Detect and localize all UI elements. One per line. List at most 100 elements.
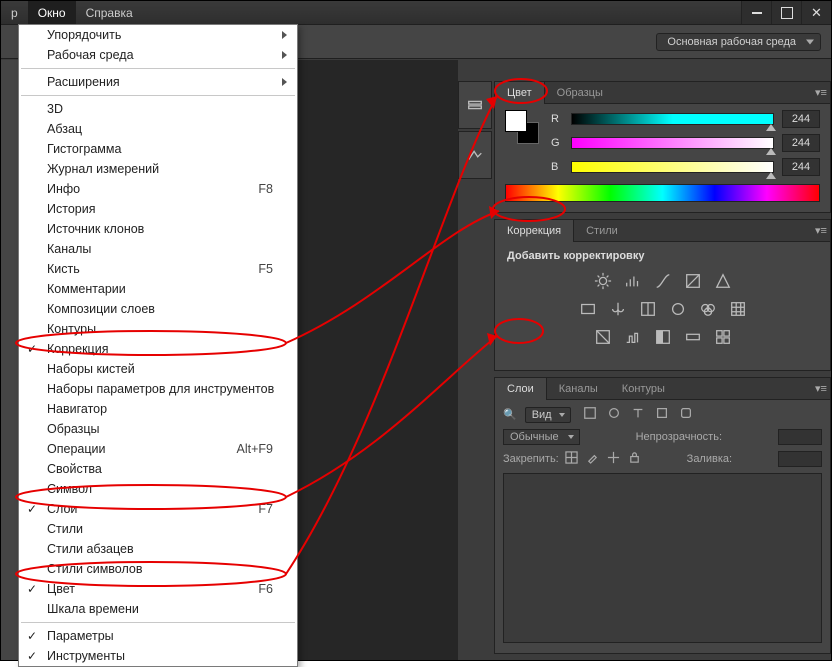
color-panel: Цвет Образцы ▾≡ R 244 [494, 81, 831, 213]
mi-history[interactable]: История [19, 199, 297, 219]
fill-label: Заливка: [687, 453, 732, 465]
bw-icon[interactable] [639, 300, 657, 318]
lock-transparency-icon[interactable] [565, 451, 578, 467]
mi-paths[interactable]: Контуры [19, 319, 297, 339]
mi-workspace[interactable]: Рабочая среда [19, 45, 297, 65]
collapsed-panel-icon[interactable] [458, 81, 492, 129]
mi-adjustments[interactable]: Коррекция [19, 339, 297, 359]
mi-para-styles[interactable]: Стили абзацев [19, 539, 297, 559]
mi-tools[interactable]: Инструменты [19, 646, 297, 666]
toolbox[interactable] [1, 60, 19, 660]
opacity-input[interactable] [778, 429, 822, 445]
filter-adjust-icon[interactable] [607, 406, 621, 423]
mi-arrange[interactable]: Упорядочить [19, 25, 297, 45]
mi-actions[interactable]: ОперацииAlt+F9 [19, 439, 297, 459]
brightness-icon[interactable] [594, 272, 612, 290]
add-adjustment-label: Добавить корректировку [507, 250, 818, 262]
levels-icon[interactable] [624, 272, 642, 290]
menu-prefix[interactable]: р [1, 1, 28, 25]
mi-channels[interactable]: Каналы [19, 239, 297, 259]
main-menu: р Окно Справка [1, 1, 143, 24]
mi-swatches[interactable]: Образцы [19, 419, 297, 439]
mi-character[interactable]: Символ [19, 479, 297, 499]
mi-char-styles[interactable]: Стили символов [19, 559, 297, 579]
titlebar: р Окно Справка ✕ [1, 1, 831, 25]
exposure-icon[interactable] [684, 272, 702, 290]
tab-swatches[interactable]: Образцы [545, 82, 615, 104]
mi-info[interactable]: ИнфоF8 [19, 179, 297, 199]
value-r[interactable]: 244 [782, 110, 820, 128]
lock-position-icon[interactable] [607, 451, 620, 467]
spectrum-bar[interactable] [505, 184, 820, 202]
mi-options[interactable]: Параметры [19, 626, 297, 646]
value-g[interactable]: 244 [782, 134, 820, 152]
balance-icon[interactable] [609, 300, 627, 318]
window-maximize-button[interactable] [771, 1, 801, 24]
tab-adjustments[interactable]: Коррекция [495, 219, 574, 242]
lock-all-icon[interactable] [628, 451, 641, 467]
hue-icon[interactable] [579, 300, 597, 318]
channel-mixer-icon[interactable] [699, 300, 717, 318]
value-b[interactable]: 244 [782, 158, 820, 176]
menu-help[interactable]: Справка [76, 1, 143, 25]
tab-styles[interactable]: Стили [574, 220, 630, 242]
lock-pixels-icon[interactable] [586, 451, 599, 467]
lock-label: Закрепить: [503, 453, 559, 465]
filter-pixel-icon[interactable] [583, 406, 597, 423]
layers-list[interactable] [503, 473, 822, 643]
mi-timeline[interactable]: Шкала времени [19, 599, 297, 619]
mi-brush-presets[interactable]: Наборы кистей [19, 359, 297, 379]
adjustment-icons-row3 [507, 328, 818, 346]
gradient-map-icon[interactable] [684, 328, 702, 346]
tab-channels[interactable]: Каналы [547, 378, 610, 400]
mi-clone-src[interactable]: Источник клонов [19, 219, 297, 239]
channel-g-label: G [551, 137, 563, 149]
panel-menu-icon[interactable]: ▾≡ [812, 382, 830, 395]
window-close-button[interactable]: ✕ [801, 1, 831, 24]
filter-type-icon[interactable] [631, 406, 645, 423]
mi-3d[interactable]: 3D [19, 99, 297, 119]
blend-mode-dropdown[interactable]: Обычные [503, 429, 580, 445]
tab-color[interactable]: Цвет [495, 81, 545, 104]
mi-tool-presets[interactable]: Наборы параметров для инструментов [19, 379, 297, 399]
collapsed-panel-icon[interactable] [458, 131, 492, 179]
photo-filter-icon[interactable] [669, 300, 687, 318]
mi-styles[interactable]: Стили [19, 519, 297, 539]
invert-icon[interactable] [594, 328, 612, 346]
mi-navigator[interactable]: Навигатор [19, 399, 297, 419]
curves-icon[interactable] [654, 272, 672, 290]
panel-menu-icon[interactable]: ▾≡ [812, 224, 830, 237]
channel-b-label: B [551, 161, 563, 173]
filter-kind-dropdown[interactable]: Вид [525, 407, 571, 423]
mi-notes[interactable]: Комментарии [19, 279, 297, 299]
workspace-dropdown[interactable]: Основная рабочая среда [656, 33, 821, 51]
threshold-icon[interactable] [654, 328, 672, 346]
mi-color[interactable]: ЦветF6 [19, 579, 297, 599]
mi-extensions[interactable]: Расширения [19, 72, 297, 92]
vibrance-icon[interactable] [714, 272, 732, 290]
mi-layers[interactable]: СлоиF7 [19, 499, 297, 519]
tab-paths[interactable]: Контуры [610, 378, 677, 400]
opacity-label: Непрозрачность: [636, 431, 722, 443]
mi-paragraph[interactable]: Абзац [19, 119, 297, 139]
tab-layers[interactable]: Слои [495, 377, 547, 400]
mi-brush[interactable]: КистьF5 [19, 259, 297, 279]
window-minimize-button[interactable] [741, 1, 771, 24]
lookup-icon[interactable] [729, 300, 747, 318]
slider-r[interactable] [571, 113, 774, 125]
mi-layer-comps[interactable]: Композиции слоев [19, 299, 297, 319]
fg-bg-swatch[interactable] [505, 110, 539, 144]
slider-g[interactable] [571, 137, 774, 149]
mi-histogram[interactable]: Гистограмма [19, 139, 297, 159]
adjustment-icons-row2 [507, 300, 818, 318]
posterize-icon[interactable] [624, 328, 642, 346]
filter-smart-icon[interactable] [679, 406, 693, 423]
mi-measure-log[interactable]: Журнал измерений [19, 159, 297, 179]
panel-menu-icon[interactable]: ▾≡ [812, 86, 830, 99]
filter-shape-icon[interactable] [655, 406, 669, 423]
mi-properties[interactable]: Свойства [19, 459, 297, 479]
menu-window[interactable]: Окно [28, 1, 76, 25]
selective-color-icon[interactable] [714, 328, 732, 346]
fill-input[interactable] [778, 451, 822, 467]
slider-b[interactable] [571, 161, 774, 173]
